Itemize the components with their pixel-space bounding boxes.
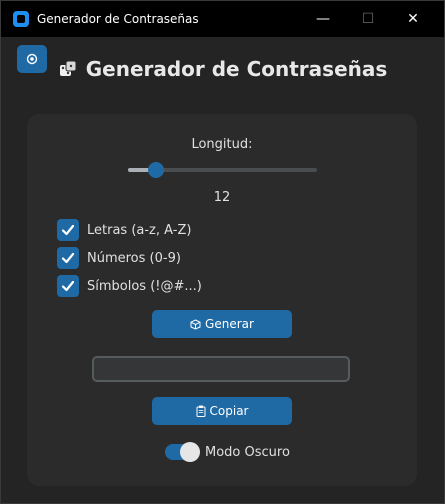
checkmark-icon (61, 280, 75, 292)
option-symbols[interactable]: Símbolos (!@#...) (57, 275, 202, 297)
minimize-button[interactable]: — (301, 1, 345, 37)
generate-button[interactable]: Generar (152, 310, 292, 338)
close-button[interactable]: ✕ (391, 1, 435, 37)
main-panel: Longitud: 12 Letras (a-z, A-Z) Números (… (27, 114, 417, 486)
symbols-label: Símbolos (!@#...) (87, 278, 202, 294)
symbols-checkbox[interactable] (57, 275, 79, 297)
numbers-checkbox[interactable] (57, 247, 79, 269)
title-bar: Generador de Contraseñas — ☐ ✕ (1, 1, 444, 37)
copy-label: Copiar (209, 404, 249, 418)
checkmark-icon (61, 224, 75, 236)
copy-button[interactable]: Copiar (152, 397, 292, 425)
window-title: Generador de Contraseñas (37, 12, 199, 26)
password-output[interactable] (92, 356, 350, 382)
numbers-label: Números (0-9) (87, 250, 181, 266)
app-window: Generador de Contraseñas — ☐ ✕ Generador (0, 0, 445, 504)
dice-icon (190, 318, 201, 330)
length-value: 12 (213, 190, 231, 205)
length-label: Longitud: (191, 137, 253, 152)
maximize-button[interactable]: ☐ (346, 1, 390, 37)
maximize-icon: ☐ (361, 11, 375, 27)
slider-handle[interactable] (148, 162, 165, 178)
dice-icon (58, 59, 78, 79)
clipboard-icon (196, 405, 206, 417)
length-slider[interactable] (128, 162, 317, 178)
dark-mode-switch[interactable] (165, 442, 200, 462)
checkmark-icon (61, 252, 75, 264)
letters-checkbox[interactable] (57, 219, 79, 241)
generate-label: Generar (205, 317, 254, 331)
option-letters[interactable]: Letras (a-z, A-Z) (57, 219, 191, 241)
letters-label: Letras (a-z, A-Z) (87, 222, 192, 238)
switch-thumb (180, 442, 200, 462)
page-title-row: Generador de Contraseñas (1, 57, 444, 81)
minimize-icon: — (316, 11, 330, 27)
dark-mode-row: Modo Oscuro (165, 442, 290, 462)
option-numbers[interactable]: Números (0-9) (57, 247, 181, 269)
app-icon (13, 11, 29, 27)
close-icon: ✕ (407, 11, 419, 27)
dark-mode-label: Modo Oscuro (205, 444, 290, 460)
page-title: Generador de Contraseñas (85, 57, 388, 81)
